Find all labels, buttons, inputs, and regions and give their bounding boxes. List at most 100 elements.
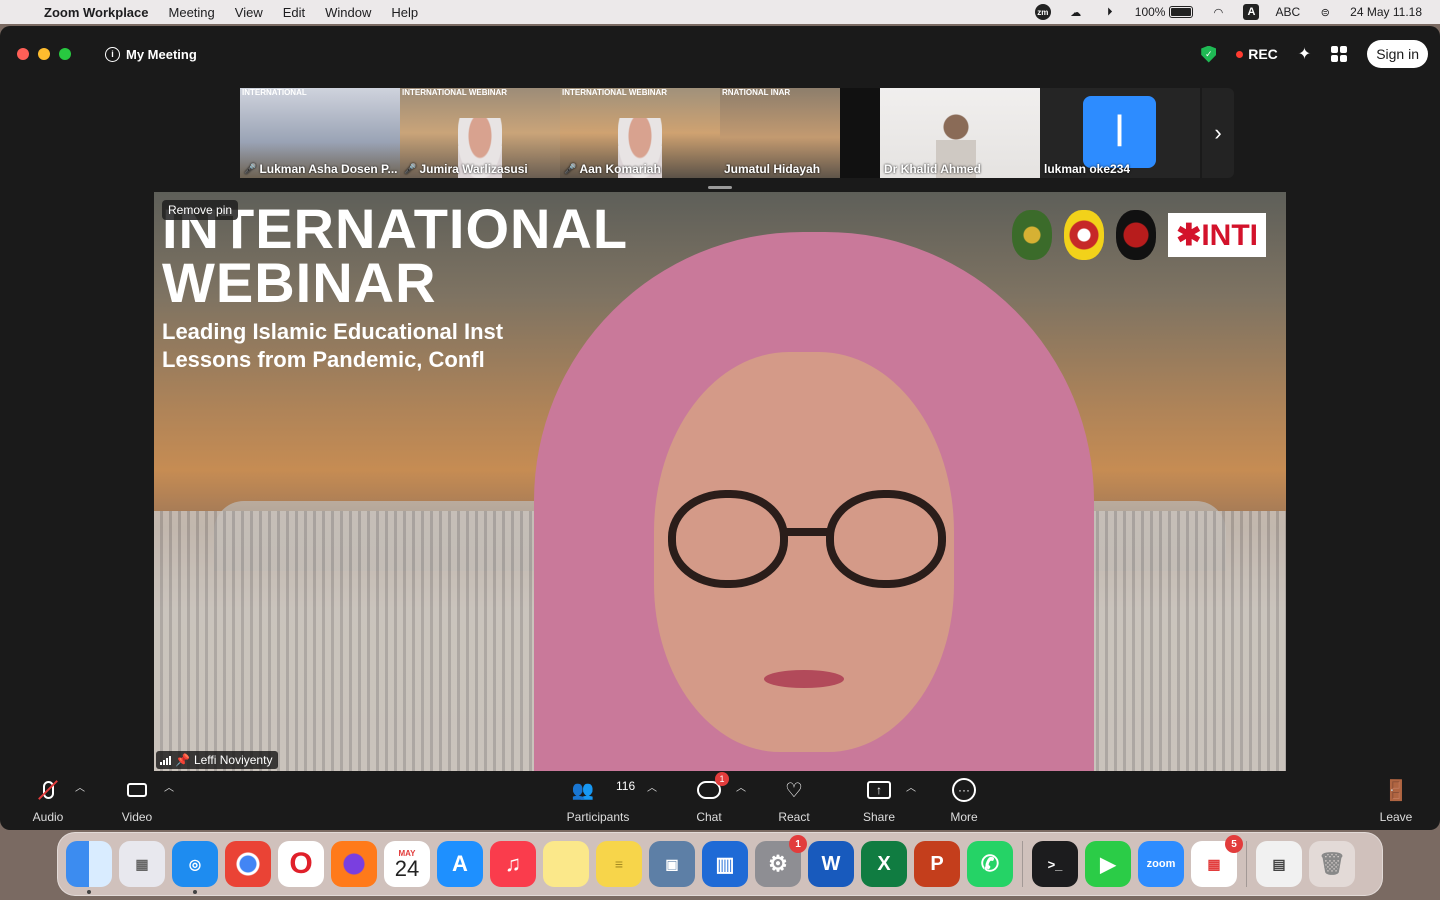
participant-name-label: 🎤 Jumira Warlizasusi [404,162,528,176]
share-options-caret-icon[interactable]: ︿ [906,779,916,794]
recording-indicator[interactable]: REC [1236,46,1278,62]
meeting-info[interactable]: i My Meeting [105,46,197,62]
zoom-window: i My Meeting ✓ REC ✦ Sign in INTERNATION… [0,26,1440,830]
info-icon: i [105,46,120,62]
play-icon[interactable]: ⏵ [1101,5,1119,19]
chrome-icon[interactable] [225,841,271,887]
participant-thumbnail[interactable]: INTERNATIONAL WEBINAR 🎤 Jumira Warlizasus… [400,88,560,178]
dock-separator [1022,841,1023,887]
menu-help[interactable]: Help [381,5,428,20]
menu-app-name[interactable]: Zoom Workplace [38,5,159,20]
calendar-icon[interactable]: MAY 24 [384,841,430,887]
strip-resize-handle[interactable] [708,186,732,189]
mic-muted-icon [34,776,62,804]
more-dots-icon: ··· [950,776,978,804]
zoom-status-icon[interactable]: zm [1034,4,1051,20]
chat-icon: 1 [695,772,729,804]
trash-icon[interactable]: 🗑 [1309,841,1355,887]
firefox-icon[interactable] [331,841,377,887]
system-settings-icon[interactable]: ⚙ 1 [755,835,807,887]
rec-label: REC [1248,46,1278,62]
powerpoint-icon[interactable]: P [914,841,960,887]
pin-icon: 📌 [175,753,190,767]
cloud-icon[interactable]: ☁ [1067,5,1085,19]
ai-companion-icon[interactable]: ✦ [1298,44,1311,64]
menu-datetime[interactable]: 24 May 11.18 [1350,5,1422,19]
remove-pin-button[interactable]: Remove pin [162,200,239,220]
minimize-window-button[interactable] [38,48,50,60]
main-speaker-video[interactable]: INTERNATIONAL WEBINAR Leading Islamic Ed… [154,192,1286,771]
battery-status[interactable]: 100% [1135,5,1194,19]
microsoft-office-icon[interactable]: ▦ 5 [1191,835,1243,887]
thumbnail-webinar-text: INTERNATIONAL [242,88,307,97]
glasses-lens [668,490,788,588]
heart-icon: ♡ [785,779,803,802]
participant-thumbnail[interactable]: l lukman oke234 [1040,88,1200,178]
app-store-icon[interactable]: A [437,841,483,887]
mic-muted-icon: 🎤 [404,163,417,175]
share-screen-icon: ↑ [865,776,893,804]
menu-meeting[interactable]: Meeting [159,5,225,20]
sign-in-button[interactable]: Sign in [1367,40,1428,68]
preview-icon[interactable]: ▣ [649,841,695,887]
terminal-icon[interactable]: >_ [1032,841,1078,887]
notes-icon[interactable] [543,841,589,887]
close-window-button[interactable] [17,48,29,60]
participant-thumbnail-strip: INTERNATIONAL 🎤 Lukman Asha Dosen P... IN… [240,88,1234,178]
thumbnail-webinar-text: RNATIONAL INAR [722,88,791,97]
video-options-caret-icon[interactable]: ︿ [164,779,174,794]
participants-options-caret-icon[interactable]: ︿ [647,779,657,794]
downloads-stack-icon[interactable]: ▤ [1256,841,1302,887]
participant-thumbnail[interactable]: INTERNATIONAL WEBINAR 🎤 Aan Komariah [560,88,720,178]
launchpad-icon[interactable]: ▦ [119,841,165,887]
webinar-subtitle: Leading Islamic Educational Inst Lessons… [162,319,504,372]
menu-view[interactable]: View [225,5,273,20]
share-button[interactable]: ↑ Share [860,771,898,830]
camera-icon [123,776,151,804]
input-source-label[interactable]: ABC [1275,5,1300,19]
leave-button[interactable]: 🚪 Leave [1377,771,1415,830]
zoom-app-icon[interactable]: zoom [1138,841,1184,887]
macos-dock: ▦ ◎ O MAY 24 A ♫ ≡ ▣ ▥ ⚙ 1 W X P ✆ >_ ▶ z… [57,832,1383,896]
next-page-chevron-icon[interactable]: › [1202,88,1234,178]
finder-icon[interactable] [66,841,112,894]
fullscreen-window-button[interactable] [59,48,71,60]
apps-grid-icon[interactable] [1331,46,1348,62]
video-button[interactable]: Video [118,771,156,830]
input-source-icon[interactable]: A [1243,4,1260,20]
battery-icon [1169,6,1194,18]
menu-window[interactable]: Window [315,5,381,20]
chat-options-caret-icon[interactable]: ︿ [736,779,746,794]
audio-options-caret-icon[interactable]: ︿ [75,779,85,794]
facetime-icon[interactable]: ▶ [1085,841,1131,887]
trello-icon[interactable]: ▥ [702,841,748,887]
participant-thumbnail[interactable]: Dr Khalid Ahmed [880,88,1040,178]
participant-name-label: 🎤 Aan Komariah [564,162,661,176]
stickies-icon[interactable]: ≡ [596,841,642,887]
menu-bar: Zoom Workplace Meeting View Edit Window … [0,0,1440,24]
participant-thumbnail[interactable]: RNATIONAL INAR Jumatul Hidayah [720,88,880,178]
mic-muted-icon: 🎤 [564,163,577,175]
chat-button[interactable]: 1 Chat [692,771,729,830]
music-icon[interactable]: ♫ [490,841,536,887]
participant-name-label: Jumatul Hidayah [724,162,821,176]
whatsapp-icon[interactable]: ✆ [967,841,1013,887]
participant-thumbnail[interactable]: INTERNATIONAL 🎤 Lukman Asha Dosen P... [240,88,400,178]
speaker-name-label: 📌 Leffi Noviyenty [156,751,279,769]
settings-badge: 1 [789,835,807,853]
menu-edit[interactable]: Edit [273,5,315,20]
security-shield-icon[interactable]: ✓ [1201,45,1217,63]
recording-dot-icon [1236,50,1244,58]
control-center-icon[interactable]: ⊜ [1316,5,1334,19]
audio-button[interactable]: Audio [30,771,66,830]
speaker-lips [764,670,844,688]
word-icon[interactable]: W [808,841,854,887]
safari-icon[interactable]: ◎ [172,841,218,894]
wifi-icon[interactable]: ◠ [1209,5,1227,19]
opera-icon[interactable]: O [278,841,324,887]
speaker-face [654,352,954,752]
react-button[interactable]: ♡ React [776,771,812,830]
more-button[interactable]: ··· More [946,771,982,830]
participants-count: 116 [616,779,636,793]
excel-icon[interactable]: X [861,841,907,887]
